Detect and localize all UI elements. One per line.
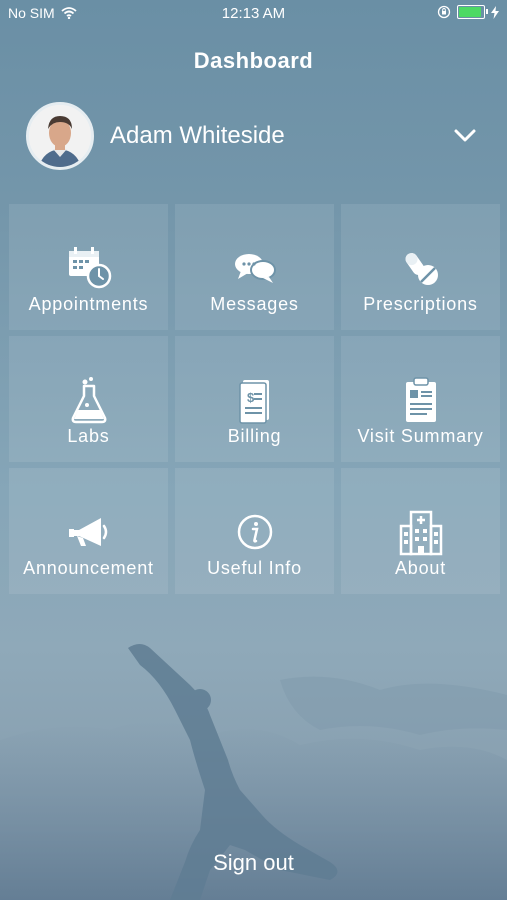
status-time: 12:13 AM [221, 5, 286, 22]
tile-label: Billing [227, 426, 282, 446]
tile-label: Prescriptions [363, 294, 478, 314]
user-selector[interactable]: Adam Whiteside [26, 100, 481, 172]
tile-useful-info[interactable]: Useful Info [175, 468, 334, 594]
page-title: Dashboard [193, 48, 314, 73]
avatar [26, 102, 94, 170]
status-bar: No SIM 12:13 AM [0, 0, 507, 28]
battery-level [459, 7, 481, 17]
megaphone-icon [68, 518, 107, 546]
chat-bubbles-icon [234, 254, 276, 283]
info-icon [237, 514, 272, 550]
dashboard-grid: Appointments Messages Prescriptions Labs… [9, 204, 500, 594]
svg-text:$: $ [247, 390, 255, 405]
tile-label: Visit Summary [357, 426, 484, 446]
clipboard-icon [405, 377, 436, 422]
user-name: Adam Whiteside [110, 122, 285, 149]
tile-label: About [394, 558, 447, 578]
tile-label: Useful Info [207, 558, 302, 578]
tile-label: Messages [210, 294, 299, 314]
tile-prescriptions[interactable]: Prescriptions [341, 204, 500, 330]
tile-appointments[interactable]: Appointments [9, 204, 168, 330]
avatar-photo [29, 105, 91, 167]
tile-labs[interactable]: Labs [9, 336, 168, 462]
tile-about[interactable]: About [341, 468, 500, 594]
orientation-lock-icon [437, 5, 451, 19]
hospital-icon [399, 510, 442, 556]
tile-label: Labs [67, 426, 110, 446]
bill-icon: $ [238, 380, 269, 424]
pills-icon [405, 253, 438, 285]
status-right [437, 5, 499, 19]
tile-billing[interactable]: $ Billing [175, 336, 334, 462]
flask-icon [71, 377, 106, 424]
tile-label: Announcement [23, 558, 154, 578]
tile-messages[interactable]: Messages [175, 204, 334, 330]
battery-icon [457, 5, 488, 19]
tile-announcement[interactable]: Announcement [9, 468, 168, 594]
calendar-clock-icon [68, 247, 111, 289]
tile-visit-summary[interactable]: Visit Summary [341, 336, 500, 462]
sign-out-button[interactable]: Sign out [0, 850, 507, 876]
charging-icon [491, 5, 499, 19]
chevron-down-icon[interactable] [449, 120, 481, 152]
tile-label: Appointments [28, 294, 149, 314]
